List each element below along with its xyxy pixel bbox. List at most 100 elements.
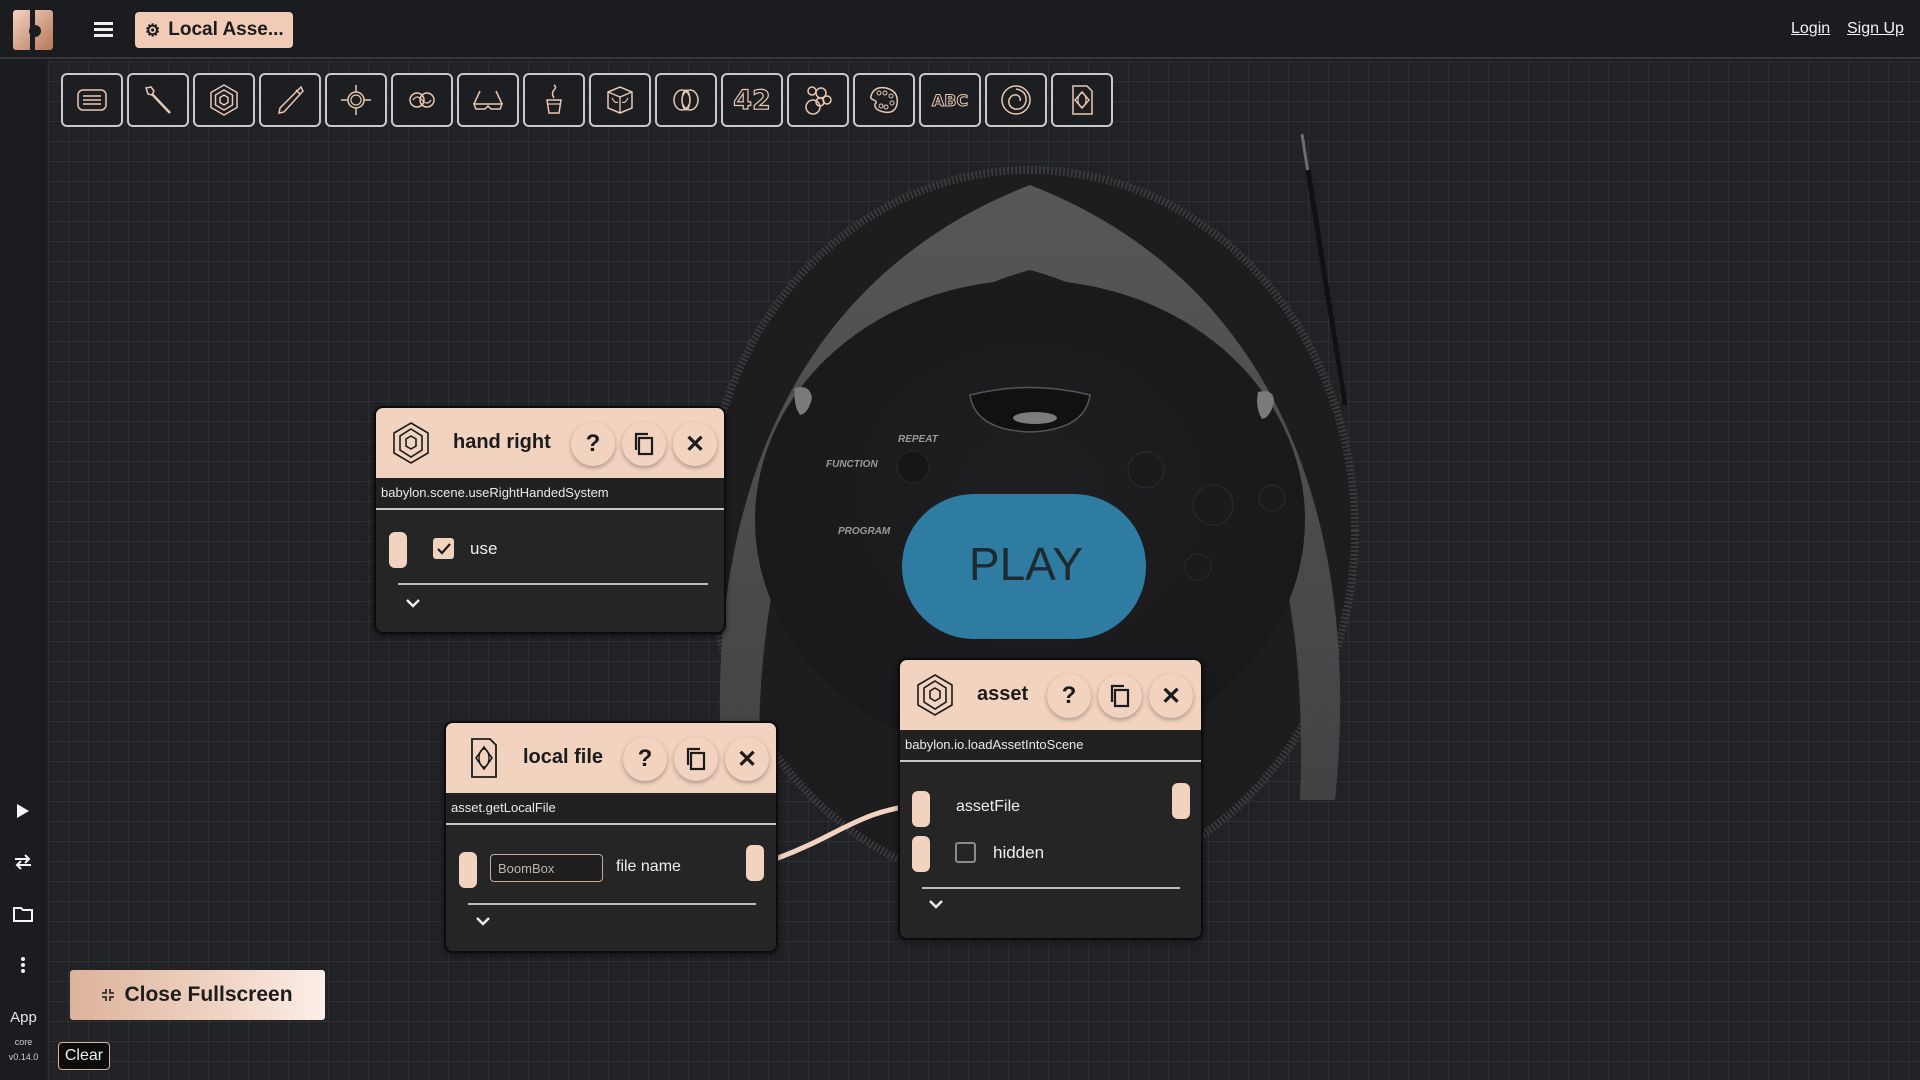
help-icon: ?	[585, 430, 601, 457]
app-root: REPEAT FUNCTION PROGRAM PLAY ⚙ Local Ass…	[0, 0, 1920, 1080]
cube-icon	[607, 86, 633, 114]
output-port[interactable]	[746, 845, 764, 881]
babylon-hexagon-icon	[917, 674, 953, 716]
copy-icon	[634, 432, 654, 456]
clear-button[interactable]: Clear	[58, 1042, 110, 1070]
rings-tool[interactable]	[655, 73, 717, 127]
close-button[interactable]: ✕	[725, 737, 769, 781]
exit-fullscreen-icon	[102, 989, 115, 1001]
bubbles-tool[interactable]	[787, 73, 849, 127]
node-local-file[interactable]: local file ? ✕ asset.getLocalFile file n…	[444, 721, 778, 953]
node-header[interactable]: local file ? ✕	[446, 723, 776, 793]
keyboard-icon	[77, 89, 107, 111]
signup-link[interactable]: Sign Up	[1847, 20, 1904, 38]
check-icon	[436, 542, 451, 555]
core-label: core	[14, 1037, 33, 1047]
infinity-tool[interactable]	[391, 73, 453, 127]
login-link[interactable]: Login	[1791, 20, 1830, 38]
babylon-tool[interactable]	[193, 73, 255, 127]
spiral-icon	[1001, 85, 1031, 115]
file-name-label: file name	[616, 858, 681, 875]
brush-icon	[145, 86, 171, 114]
gear-icon: ⚙	[145, 20, 161, 40]
input-tool[interactable]	[61, 73, 123, 127]
duplicate-button[interactable]	[622, 422, 666, 466]
palette-icon	[870, 86, 899, 114]
input-port-asset-file[interactable]	[912, 791, 930, 827]
node-hand-right[interactable]: hand right ? ✕ babylon.scene.useRightHan…	[374, 406, 726, 634]
file-icon	[471, 738, 497, 778]
text-icon: ABC	[931, 90, 969, 110]
file-tool[interactable]	[1051, 73, 1113, 127]
use-checkbox[interactable]	[433, 538, 454, 559]
vr-tool[interactable]	[457, 73, 519, 127]
use-label: use	[470, 539, 498, 558]
more-vertical-icon[interactable]	[12, 954, 34, 976]
copy-icon	[1110, 684, 1130, 708]
spiral-tool[interactable]	[985, 73, 1047, 127]
copy-icon	[686, 747, 706, 771]
play-icon[interactable]	[12, 800, 34, 822]
crosshair-icon	[341, 85, 371, 115]
target-tool[interactable]	[325, 73, 387, 127]
hidden-checkbox[interactable]	[955, 842, 976, 863]
left-sidebar: App core v0.14.0	[0, 61, 47, 1080]
duplicate-button[interactable]	[1098, 674, 1142, 718]
help-button[interactable]: ?	[1047, 674, 1091, 718]
close-icon: ✕	[736, 745, 758, 773]
node-title: local file	[523, 746, 604, 768]
bubbles-icon	[805, 86, 832, 115]
folder-icon[interactable]	[12, 903, 34, 925]
top-bar: ⚙ Local Asse... Login Sign Up	[0, 0, 1920, 59]
node-function-name: babylon.scene.useRightHandedSystem	[376, 478, 724, 510]
close-button[interactable]: ✕	[673, 422, 717, 466]
pot-icon	[546, 84, 562, 114]
node-function-name: babylon.io.loadAssetIntoScene	[900, 730, 1201, 762]
app-logo[interactable]	[13, 10, 53, 50]
pot-tool[interactable]	[523, 73, 585, 127]
palette-tool[interactable]	[853, 73, 915, 127]
node-header[interactable]: asset ? ✕	[900, 660, 1201, 730]
output-port[interactable]	[1172, 783, 1190, 819]
divider	[922, 887, 1180, 889]
close-icon: ✕	[1160, 682, 1182, 710]
chevron-down-icon[interactable]	[404, 596, 422, 610]
node-function-name: asset.getLocalFile	[446, 793, 776, 825]
swap-icon[interactable]	[12, 851, 34, 873]
cube-tool[interactable]	[589, 73, 651, 127]
input-port-use[interactable]	[389, 532, 407, 568]
help-icon: ?	[1061, 682, 1077, 709]
node-title: hand right	[453, 431, 551, 453]
input-port-file-name[interactable]	[459, 852, 477, 888]
close-button[interactable]: ✕	[1149, 674, 1193, 718]
babylon-hexagon-icon	[393, 422, 429, 464]
brush-tool[interactable]	[127, 73, 189, 127]
rings-icon	[673, 89, 699, 111]
asset-file-label: assetFile	[956, 798, 1021, 815]
project-title-button[interactable]: ⚙ Local Asse...	[135, 12, 293, 48]
glasses-icon	[472, 90, 504, 110]
close-fullscreen-label: Close Fullscreen	[124, 983, 293, 1006]
file-icon	[1072, 85, 1093, 115]
number-icon: 42	[733, 84, 772, 116]
menu-button[interactable]	[94, 22, 113, 37]
chevron-down-icon[interactable]	[927, 897, 945, 911]
hexagon-icon	[210, 84, 238, 116]
chevron-down-icon[interactable]	[474, 914, 492, 928]
node-header[interactable]: hand right ? ✕	[376, 408, 724, 478]
file-name-input[interactable]	[490, 854, 603, 882]
number-tool[interactable]: 42	[721, 73, 783, 127]
duplicate-button[interactable]	[674, 737, 718, 781]
hidden-label: hidden	[993, 843, 1045, 862]
node-asset[interactable]: asset ? ✕ babylon.io.loadAssetIntoScene …	[898, 658, 1203, 940]
close-fullscreen-button[interactable]: Close Fullscreen	[70, 970, 325, 1020]
close-icon: ✕	[684, 430, 706, 458]
project-title: Local Asse...	[168, 19, 284, 40]
input-port-hidden[interactable]	[912, 836, 930, 872]
help-icon: ?	[637, 745, 653, 772]
pen-icon	[278, 85, 304, 114]
help-button[interactable]: ?	[623, 737, 667, 781]
text-tool[interactable]: ABC	[919, 73, 981, 127]
help-button[interactable]: ?	[571, 422, 615, 466]
pen-tool[interactable]	[259, 73, 321, 127]
